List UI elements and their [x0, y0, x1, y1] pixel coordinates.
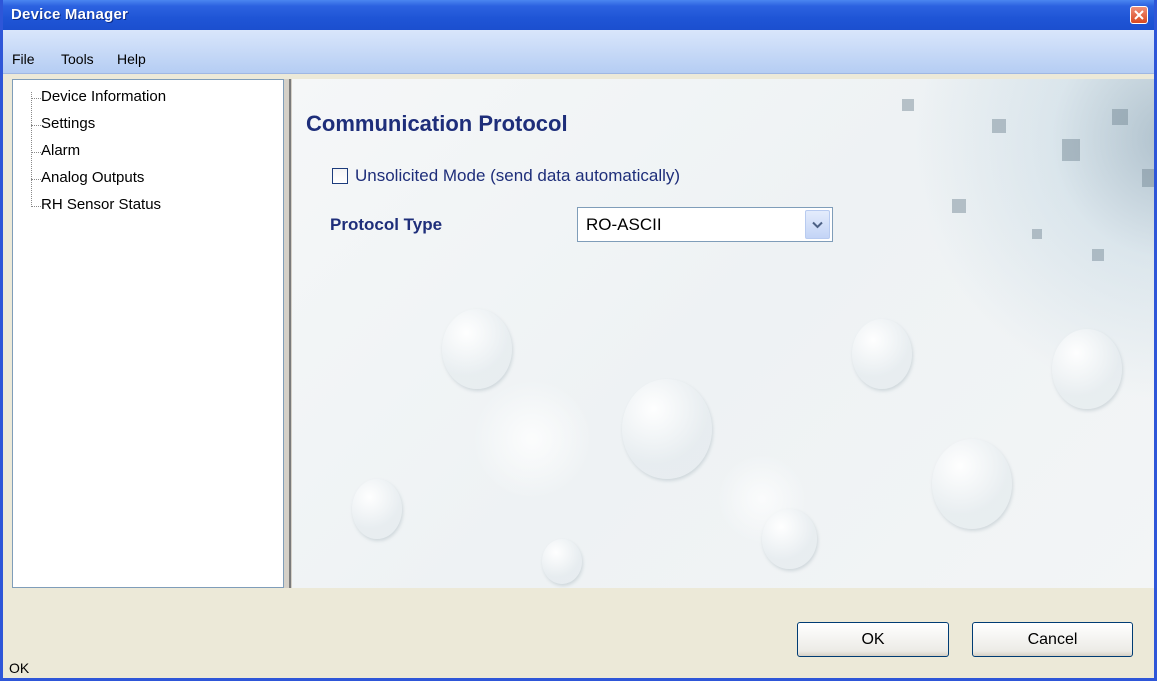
menu-bar: File Tools Help	[3, 30, 1154, 74]
tree-item-label: RH Sensor Status	[41, 196, 162, 213]
tree-branch-line	[31, 152, 41, 153]
background-drop	[932, 439, 1012, 529]
background-pixel	[1092, 249, 1104, 261]
title-bar[interactable]: Device Manager	[3, 0, 1154, 30]
tree-item-label: Device Information	[41, 88, 167, 105]
section-title: Communication Protocol	[306, 111, 568, 136]
tree-item-label: Settings	[41, 115, 96, 132]
dropdown-button[interactable]	[805, 210, 830, 239]
background-drop	[622, 379, 712, 479]
protocol-type-select[interactable]: RO-ASCII	[577, 207, 833, 242]
tree-branch-line	[31, 179, 41, 180]
background-pixel	[1112, 109, 1128, 125]
tree-item-label: Alarm	[41, 142, 81, 159]
protocol-type-value: RO-ASCII	[586, 215, 662, 234]
tree-branch-line	[31, 98, 41, 99]
tree-item-alarm[interactable]: Alarm	[13, 141, 283, 165]
tree-item-device-information[interactable]: Device Information	[13, 87, 283, 111]
background-pixel	[952, 199, 966, 213]
close-button[interactable]	[1130, 6, 1148, 24]
protocol-type-label: Protocol Type	[330, 215, 443, 234]
tree-item-settings[interactable]: Settings	[13, 114, 283, 138]
content-panel: Communication Protocol Unsolicited Mode …	[292, 79, 1154, 588]
menu-tools[interactable]: Tools	[61, 51, 94, 67]
chevron-down-icon	[812, 221, 823, 228]
background-pixel	[1142, 169, 1154, 187]
tree-item-rh-sensor-status[interactable]: RH Sensor Status	[13, 195, 283, 219]
splitter-bar	[289, 79, 291, 588]
tree-item-label: Analog Outputs	[41, 169, 145, 186]
background-pixel	[1062, 139, 1080, 161]
background-drop	[762, 509, 817, 569]
background-pixel	[902, 99, 914, 111]
device-manager-window: Device Manager File Tools Help Device In…	[0, 0, 1157, 681]
tree-branch-line	[31, 206, 41, 207]
checkbox-box[interactable]	[332, 168, 348, 184]
background-pixel	[992, 119, 1006, 133]
background-drop	[1052, 329, 1122, 409]
close-icon	[1134, 10, 1144, 20]
ok-button[interactable]: OK	[797, 622, 949, 657]
bottom-button-area: OK Cancel OK	[3, 588, 1154, 678]
tree-item-analog-outputs[interactable]: Analog Outputs	[13, 168, 283, 192]
background-drop	[442, 309, 512, 389]
window-title: Device Manager	[11, 6, 129, 23]
menu-help[interactable]: Help	[117, 51, 146, 67]
menu-file[interactable]: File	[12, 51, 35, 67]
status-bar-text: OK	[9, 660, 30, 676]
cancel-button[interactable]: Cancel	[972, 622, 1133, 657]
unsolicited-mode-checkbox[interactable]: Unsolicited Mode (send data automaticall…	[332, 165, 680, 187]
panel-splitter[interactable]	[284, 79, 292, 588]
navigation-tree: Device Information Settings Alarm Analog…	[12, 79, 284, 588]
background-drop	[542, 539, 582, 584]
background-drop	[352, 479, 402, 539]
background-pixel	[1032, 229, 1042, 239]
tree-branch-line	[31, 125, 41, 126]
checkbox-label: Unsolicited Mode (send data automaticall…	[355, 166, 681, 185]
background-drop	[852, 319, 912, 389]
